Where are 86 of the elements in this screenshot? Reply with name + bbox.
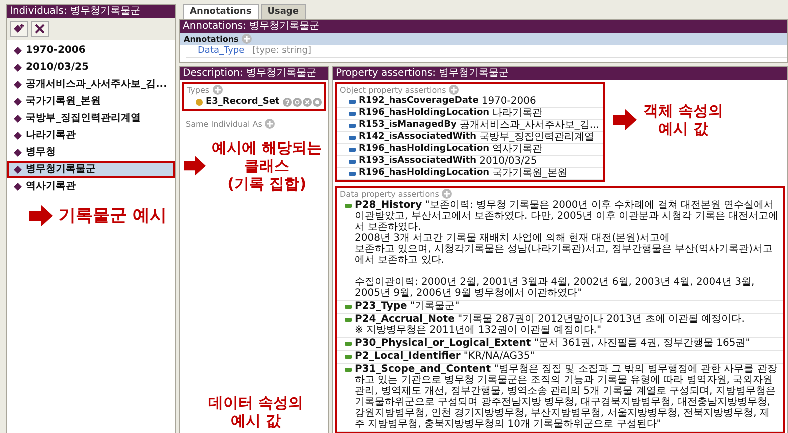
property-icon — [345, 204, 352, 208]
add-icon[interactable] — [449, 85, 460, 95]
callout-text: 객체 속성의 예시 값 — [643, 102, 724, 138]
property-value[interactable]: 공개서비스과_사서주사보_김... — [460, 120, 600, 131]
property-value[interactable]: 국방부_징집인력관리계열 — [480, 132, 595, 143]
diamond-icon — [14, 64, 22, 72]
diamond-plus-icon — [13, 23, 25, 35]
property-icon — [345, 355, 352, 359]
property-name[interactable]: R196_hasHoldingLocation — [359, 168, 490, 179]
data-property-assertion[interactable]: P30_Physical_or_Logical_Extent "문서 361권, 사진필름 4권, 정부간행물 165권" — [355, 338, 750, 349]
individual-item[interactable]: 병무청기록물군 — [7, 161, 175, 178]
individual-item[interactable]: 병무청 — [7, 144, 175, 161]
property-value[interactable]: 나라기록관 — [492, 108, 543, 119]
property-icon — [345, 342, 352, 346]
right-arrow-icon — [29, 205, 53, 227]
section-label: Object property assertions — [340, 86, 446, 94]
add-icon[interactable] — [442, 189, 452, 199]
section-label: Types — [187, 86, 210, 94]
diamond-icon — [14, 182, 22, 190]
property-icon — [349, 160, 356, 164]
property-value[interactable]: 2010/03/25 — [480, 156, 538, 167]
property-name[interactable]: R192_hasCoverageDate — [359, 96, 479, 107]
property-icon — [349, 172, 356, 176]
section-label: Annotations — [184, 34, 239, 44]
data-property-assertion[interactable]: P2_Local_Identifier "KR/NA/AG35" — [355, 351, 535, 362]
delete-icon[interactable] — [302, 98, 312, 106]
diamond-icon — [14, 132, 22, 140]
diamond-icon — [14, 80, 22, 88]
delete-individual-button[interactable] — [31, 21, 49, 37]
individual-item[interactable]: 국방부_징집인력관리계열 — [7, 110, 175, 127]
property-name[interactable]: R153_isManagedBy — [359, 120, 457, 131]
add-icon[interactable] — [265, 119, 276, 129]
tab[interactable]: Usage — [260, 4, 306, 19]
section-label: Same Individual As — [186, 120, 262, 128]
property-value[interactable]: 국가기록원_본원 — [492, 168, 568, 179]
diamond-icon — [14, 98, 22, 106]
edit-icon[interactable] — [312, 98, 322, 106]
data-property-assertion[interactable]: P28_History "보존이력: 병무청 기록물은 2000년 이후 수차례에 걸쳐 대전본원 연수실에서 이관받았고, 부산서고에서 보존하였다. 다만, 2005년 이후 이관분과 시청각 기록은 대전서고에서 보존하였다. 2008년 3개 서고간 기록물 재배치 사업에 의해 현재 대전(본원)서고에 보존하고 있으며, 시청각기록물은 성남(나라기록관)서고, 정부간행물은 부산(역사기록관)서고에서 보존하고 있다. 수집이관이력: 2000년 2월, 2001년 3월과 4월, 2002년 6월, 2003년 4월, 2004년 3월, 2005년 9월, 2006년 9월 병무청에서 이관하였다" — [355, 200, 779, 299]
property-icon — [349, 148, 356, 152]
property-name[interactable]: R196_hasHoldingLocation — [359, 144, 490, 155]
property-icon — [345, 318, 352, 322]
panel-title: Property assertions: 병무청기록물군 — [333, 67, 787, 80]
add-individual-button[interactable] — [10, 21, 28, 37]
property-value[interactable]: 1970-2006 — [482, 96, 536, 107]
annotation-property[interactable]: Data_Type — [198, 46, 245, 56]
panel-title: Annotations: 병무청기록물군 — [180, 20, 787, 33]
property-icon — [349, 136, 356, 140]
help-icon[interactable] — [282, 98, 292, 106]
individual-item[interactable]: 공개서비스과_사서주사보_김... — [7, 76, 175, 93]
individual-item[interactable]: 국가기록원_본원 — [7, 93, 175, 110]
right-arrow-icon — [613, 109, 638, 131]
property-value[interactable]: 역사기록관 — [492, 144, 543, 155]
property-icon — [345, 368, 352, 372]
dot-icon — [196, 98, 203, 106]
type-name[interactable]: E3_Record_Set — [206, 97, 280, 107]
property-name[interactable]: R196_hasHoldingLocation — [359, 108, 490, 119]
property-icon — [349, 124, 356, 128]
individual-item[interactable]: 역사기록관 — [7, 178, 175, 195]
section-label: Data property assertions — [340, 190, 440, 198]
property-icon — [349, 100, 356, 104]
tab[interactable]: Annotations — [183, 4, 259, 19]
annotation-value: [type: string] — [252, 46, 312, 56]
diamond-icon — [14, 46, 22, 54]
property-icon — [345, 305, 352, 309]
individual-item[interactable]: 나라기록관 — [7, 127, 175, 144]
data-property-assertion[interactable]: P23_Type "기록물군" — [355, 301, 460, 312]
add-icon[interactable] — [242, 34, 252, 44]
info-icon[interactable] — [292, 98, 302, 106]
panel-title: Description: 병무청기록물군 — [180, 67, 328, 80]
close-icon — [34, 23, 46, 35]
data-property-assertion[interactable]: P31_Scope_and_Content "병무청은 징집 및 소집과 그 밖의 병무행정에 관한 사무를 관장하고 있는 기관으로 병무청 기록물군은 조직의 기능과 기록물 유형에 따라 병역자원, 국외자원관리, 병역제도 개선, 정부간행물, 병역소송 관리의 5개 기록물 계열로 구성되며, 지방병무청은 기록물하위군으로 구성되며 광주전남지방 병무청, 대구경북지방병무청, 대전충남지방병무청, 강원지방병무청, 인천 경기지방병무청, 부산지방병무청, 서울지방병무청, 전북지방병무청, 제주 지방병무청, 충북지방병무청의 10개 기록물하위군으로 구성된다" — [355, 364, 779, 430]
individual-item[interactable]: 2010/03/25 — [7, 59, 175, 76]
panel-title: Individuals: 병무청기록물군 — [7, 5, 175, 18]
property-name[interactable]: R193_isAssociatedWith — [359, 156, 477, 167]
callout-text: 예시에 해당되는 클래스 (기록 집합) — [212, 139, 322, 193]
callout-text: 데이터 속성의 예시 값 — [208, 394, 304, 430]
callout-text: 기록물군 예시 — [59, 206, 167, 226]
add-icon[interactable] — [212, 85, 223, 95]
property-name[interactable]: R142_isAssociatedWith — [359, 132, 477, 143]
individual-item[interactable]: 1970-2006 — [7, 42, 175, 59]
property-icon — [349, 112, 356, 116]
right-arrow-icon — [184, 155, 206, 177]
data-property-assertion[interactable]: P24_Accrual_Note "기록물 287권이 2012년말이나 2013년 초에 이관될 예정이다. ※ 지방병무청은 2011년에 132권이 이관될 예정이다." — [355, 314, 745, 336]
diamond-icon — [14, 114, 22, 122]
diamond-icon — [14, 148, 22, 156]
diamond-icon — [14, 166, 22, 174]
